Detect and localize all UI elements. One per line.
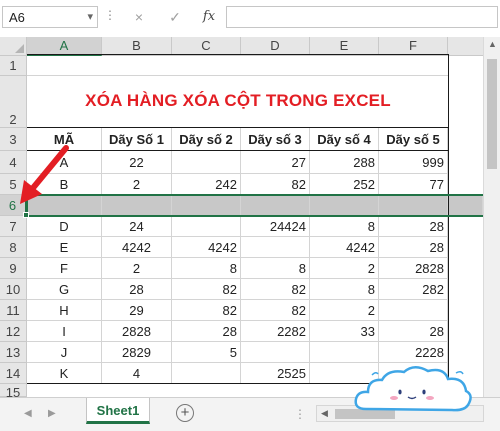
name-box-value: A6	[9, 10, 25, 25]
add-sheet-button[interactable]: +	[176, 404, 194, 422]
row-header-14[interactable]: 14	[0, 363, 27, 384]
row-header-7[interactable]: 7	[0, 216, 27, 237]
vertical-scrollbar[interactable]: ▲	[483, 37, 500, 397]
row-header-12[interactable]: 12	[0, 321, 27, 342]
scroll-up-icon[interactable]: ▲	[488, 39, 497, 49]
formula-input[interactable]	[226, 6, 498, 28]
row-header-8[interactable]: 8	[0, 237, 27, 258]
chevron-down-icon[interactable]: ▾	[87, 10, 93, 23]
red-arrow-icon	[20, 145, 69, 204]
row-header-9[interactable]: 9	[0, 258, 27, 279]
fill-handle[interactable]	[23, 212, 29, 218]
prev-sheet-icon[interactable]: ◀	[24, 408, 32, 419]
selected-row-outline	[26, 194, 486, 217]
row-header-13[interactable]: 13	[0, 342, 27, 363]
select-all-icon	[15, 44, 24, 53]
name-box[interactable]: A6 ▾	[2, 6, 98, 28]
select-all-button[interactable]	[0, 37, 27, 56]
header-bottom-border	[27, 150, 449, 151]
column-header-g[interactable]	[448, 37, 483, 56]
header-top-border	[27, 127, 449, 128]
cloud-sticker-icon	[354, 366, 472, 412]
enter-icon[interactable]: ✓	[164, 5, 186, 29]
next-sheet-icon[interactable]: ▶	[48, 408, 56, 419]
row-header-10[interactable]: 10	[0, 279, 27, 300]
cancel-icon[interactable]: ×	[128, 5, 150, 29]
row-header-15[interactable]: 15	[0, 384, 27, 400]
scroll-left-icon[interactable]: ◀	[321, 408, 328, 419]
vertical-scroll-thumb[interactable]	[487, 59, 497, 169]
table-outline	[27, 54, 449, 397]
more-options-icon[interactable]: ⋮	[104, 8, 116, 22]
formula-bar: A6 ▾ ⋮ × ✓ fx	[0, 0, 500, 35]
insert-function-button[interactable]: fx	[198, 5, 220, 29]
row-header-2[interactable]: 2	[0, 76, 27, 128]
more-options-icon[interactable]: ⋮	[294, 407, 306, 421]
row-header-1[interactable]: 1	[0, 56, 27, 76]
sheet-tab-sheet1[interactable]: Sheet1	[86, 398, 150, 424]
row-header-11[interactable]: 11	[0, 300, 27, 321]
